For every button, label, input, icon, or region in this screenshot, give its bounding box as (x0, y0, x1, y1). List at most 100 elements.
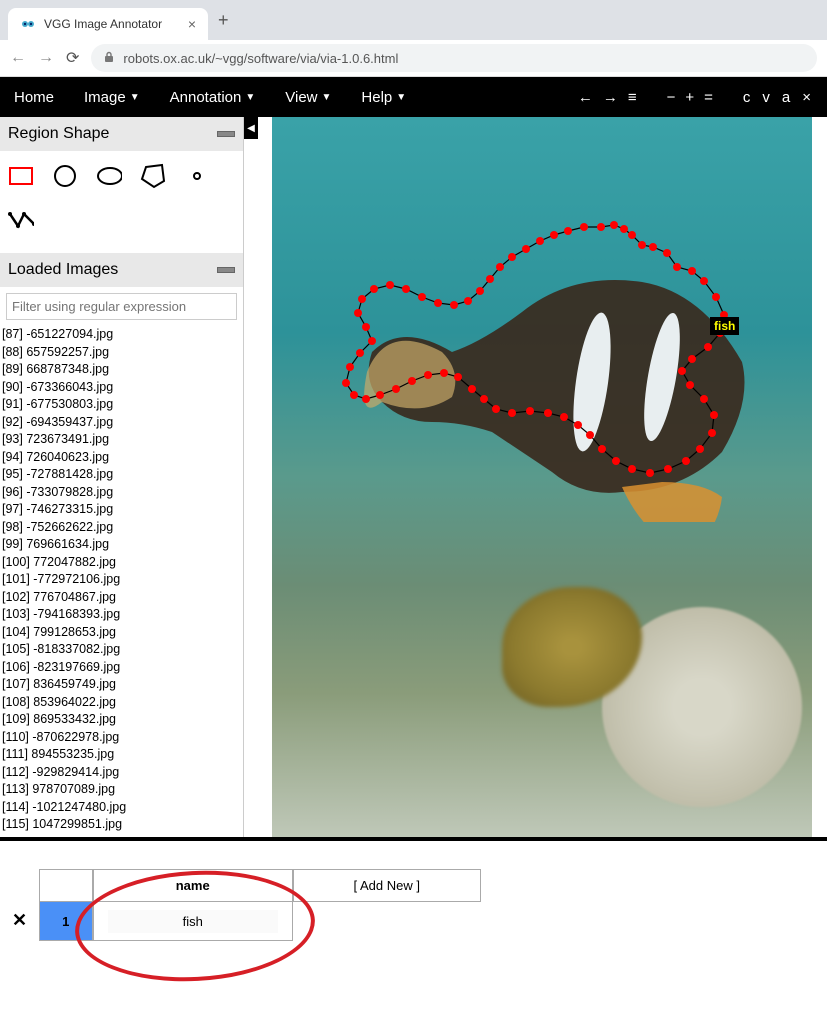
app-menu: Home Image▼ Annotation▼ View▼ Help▼ ← → … (0, 77, 827, 117)
menu-image[interactable]: Image▼ (84, 89, 140, 106)
image-list-item[interactable]: [95] -727881428.jpg (2, 466, 239, 484)
chevron-down-icon: ▼ (322, 92, 332, 103)
image-list-item[interactable]: [100] 772047882.jpg (2, 554, 239, 572)
image-list-item[interactable]: [105] -818337082.jpg (2, 641, 239, 659)
canvas-area: ◀ fish (244, 117, 827, 837)
image-list-item[interactable]: [96] -733079828.jpg (2, 484, 239, 502)
loaded-images-section: Loaded Images [87] -651227094.jpg[88] 65… (0, 253, 243, 837)
image-list-item[interactable]: [102] 776704867.jpg (2, 589, 239, 607)
image-list-item[interactable]: [92] -694359437.jpg (2, 414, 239, 432)
attr-value-input[interactable] (108, 910, 278, 933)
nav-bar: ← → ⟳ robots.ox.ac.uk/~vgg/software/via/… (0, 40, 827, 76)
panel-toggle-icon[interactable] (217, 131, 235, 137)
attribute-table: 1 name [ Add New ] (39, 869, 481, 941)
chevron-down-icon: ▼ (396, 92, 406, 103)
point-tool[interactable] (184, 163, 210, 189)
forward-icon: → (38, 49, 54, 67)
attribute-panel: ✕ 1 name [ Add New ] (0, 837, 827, 977)
image-list-item[interactable]: [87] -651227094.jpg (2, 326, 239, 344)
image-list-item[interactable]: [114] -1021247480.jpg (2, 799, 239, 817)
image-list-item[interactable]: [88] 657592257.jpg (2, 344, 239, 362)
tab-bar: VGG Image Annotator × + (0, 0, 827, 40)
attr-row-index[interactable]: 1 (40, 902, 92, 940)
chevron-down-icon: ▼ (130, 92, 140, 103)
delete-icon[interactable]: × (802, 89, 813, 106)
image-list-item[interactable]: [97] -746273315.jpg (2, 501, 239, 519)
image-list-item[interactable]: [98] -752662622.jpg (2, 519, 239, 537)
url-bar[interactable]: robots.ox.ac.uk/~vgg/software/via/via-1.… (91, 44, 817, 72)
attr-header-blank (40, 870, 92, 902)
loaded-images-header: Loaded Images (0, 253, 243, 287)
main-layout: Region Shape Loaded Images [87] -6512270… (0, 117, 827, 837)
sidebar-collapse-button[interactable]: ◀ (244, 117, 258, 139)
image-list-item[interactable]: [110] -870622978.jpg (2, 729, 239, 747)
lock-icon (103, 51, 115, 66)
polyline-tool[interactable] (8, 207, 34, 233)
polygon-tool[interactable] (140, 163, 166, 189)
region-shape-title: Region Shape (8, 125, 109, 143)
image-list-item[interactable]: [112] -929829414.jpg (2, 764, 239, 782)
paste-icon[interactable]: v (762, 89, 772, 106)
chevron-down-icon: ▼ (245, 92, 255, 103)
image-list-item[interactable]: [99] 769661634.jpg (2, 536, 239, 554)
menu-left: Home Image▼ Annotation▼ View▼ Help▼ (14, 89, 406, 106)
image-list-item[interactable]: [111] 894553235.jpg (2, 746, 239, 764)
menu-right: ← → ≡ − + = c v a × (578, 89, 813, 106)
image-list-item[interactable]: [106] -823197669.jpg (2, 659, 239, 677)
rect-tool[interactable] (8, 163, 34, 189)
zoom-out-icon[interactable]: − (667, 89, 676, 106)
image-list-item[interactable]: [91] -677530803.jpg (2, 396, 239, 414)
image-list-item[interactable]: [93] 723673491.jpg (2, 431, 239, 449)
circle-tool[interactable] (52, 163, 78, 189)
ellipse-tool[interactable] (96, 163, 122, 189)
list-icon[interactable]: ≡ (628, 89, 637, 106)
image-list-item[interactable]: [113] 978707089.jpg (2, 781, 239, 799)
image-list-item[interactable]: [109] 869533432.jpg (2, 711, 239, 729)
new-tab-button[interactable]: + (208, 10, 239, 31)
next-image-icon[interactable]: → (603, 89, 618, 106)
attr-header-name: name (94, 870, 292, 902)
zoom-reset-icon[interactable]: = (704, 89, 713, 106)
shape-tools (0, 151, 243, 245)
image-list-item[interactable]: [94] 726040623.jpg (2, 449, 239, 467)
sidebar: Region Shape Loaded Images [87] -6512270… (0, 117, 244, 837)
image-list-item[interactable]: [104] 799128653.jpg (2, 624, 239, 642)
filter-input[interactable] (6, 293, 237, 320)
copy-icon[interactable]: c (743, 89, 753, 106)
image-list-item[interactable]: [101] -772972106.jpg (2, 571, 239, 589)
photo-background: fish (272, 117, 812, 837)
menu-view[interactable]: View▼ (285, 89, 331, 106)
reload-icon[interactable]: ⟳ (66, 48, 79, 68)
tab-close-icon[interactable]: × (188, 16, 196, 32)
attr-add-new-button[interactable]: [ Add New ] (294, 870, 480, 902)
menu-home[interactable]: Home (14, 89, 54, 106)
image-list[interactable]: [87] -651227094.jpg[88] 657592257.jpg[89… (0, 326, 243, 837)
close-panel-icon[interactable]: ✕ (12, 910, 27, 930)
menu-annotation[interactable]: Annotation▼ (170, 89, 256, 106)
back-icon[interactable]: ← (10, 49, 26, 67)
tab-favicon (20, 16, 36, 32)
loaded-images-title: Loaded Images (8, 261, 118, 279)
tab-title: VGG Image Annotator (44, 17, 180, 31)
panel-toggle-icon[interactable] (217, 267, 235, 273)
image-list-item[interactable]: [107] 836459749.jpg (2, 676, 239, 694)
image-list-item[interactable]: [115] 1047299851.jpg (2, 816, 239, 834)
canvas-photo[interactable]: fish (272, 117, 812, 837)
url-text: robots.ox.ac.uk/~vgg/software/via/via-1.… (123, 51, 398, 66)
select-all-icon[interactable]: a (782, 89, 792, 106)
browser-tab[interactable]: VGG Image Annotator × (8, 8, 208, 40)
image-list-item[interactable]: [108] 853964022.jpg (2, 694, 239, 712)
attr-col-index: 1 (39, 869, 93, 941)
fish-illustration (342, 222, 762, 522)
region-label: fish (710, 317, 739, 335)
image-list-item[interactable]: [89] 668787348.jpg (2, 361, 239, 379)
attr-col-add: [ Add New ] (293, 869, 481, 902)
region-shape-header: Region Shape (0, 117, 243, 151)
image-list-item[interactable]: [103] -794168393.jpg (2, 606, 239, 624)
browser-chrome: VGG Image Annotator × + ← → ⟳ robots.ox.… (0, 0, 827, 77)
prev-image-icon[interactable]: ← (578, 89, 593, 106)
image-list-item[interactable]: [90] -673366043.jpg (2, 379, 239, 397)
attr-col-name: name (93, 869, 293, 941)
zoom-in-icon[interactable]: + (685, 89, 694, 106)
menu-help[interactable]: Help▼ (361, 89, 406, 106)
